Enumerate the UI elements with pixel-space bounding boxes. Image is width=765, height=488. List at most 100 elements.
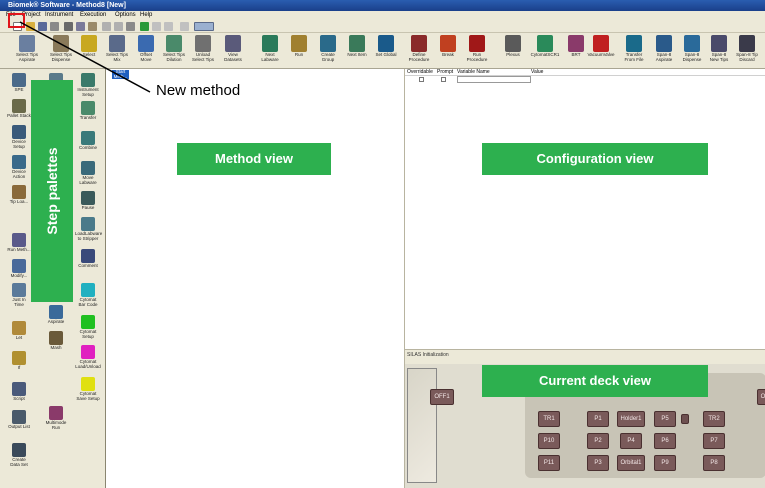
deck-position[interactable]: P8 (703, 455, 725, 471)
instrument-setup-icon (81, 73, 95, 87)
palette-step[interactable]: Modify... (6, 259, 32, 278)
palette-step[interactable]: Script (6, 382, 32, 401)
palette-step[interactable]: Aspirate (43, 305, 69, 324)
palette-step[interactable]: Tip Loa... (6, 185, 32, 204)
deck-position[interactable]: O (757, 389, 765, 405)
print-icon[interactable] (50, 22, 59, 31)
deck-position[interactable]: P3 (587, 455, 609, 471)
deck-position[interactable]: P4 (620, 433, 642, 449)
menu-options[interactable]: Options (115, 11, 136, 20)
step-toolbar: Select Tips Aspirate Select Tips Dispens… (0, 33, 765, 69)
undo-icon[interactable] (102, 22, 111, 31)
deck-position[interactable]: P11 (538, 455, 560, 471)
step-palettes-callout: Step palettes (31, 80, 73, 302)
variable-name-field[interactable] (457, 76, 531, 83)
deck-position[interactable]: P10 (538, 433, 560, 449)
deck-position[interactable]: Holder1 (617, 411, 645, 427)
menu-instrument[interactable]: Instrument (45, 11, 73, 20)
waste-funnel (407, 368, 437, 483)
palette-step[interactable]: Create Data Set (6, 443, 32, 467)
aspirate-icon (49, 305, 63, 319)
menu-help[interactable]: Help (140, 11, 152, 20)
cut-icon[interactable] (64, 22, 73, 31)
overridable-checkbox[interactable] (419, 77, 424, 82)
palette-step[interactable]: Pause (75, 191, 101, 210)
ribbon-step-button[interactable]: Transfer From File (617, 35, 651, 67)
palette-step[interactable]: Cytomat Setup (75, 315, 101, 339)
menu-execution[interactable]: Execution (80, 11, 106, 20)
step-icon[interactable] (180, 22, 189, 31)
ribbon-step-button[interactable]: Run Procedure (460, 35, 494, 67)
tip-loading-icon (12, 185, 26, 199)
multimode-run-icon (49, 406, 63, 420)
palette-step[interactable]: Output List (6, 410, 32, 429)
redo-icon[interactable] (114, 22, 123, 31)
deck-position[interactable]: P5 (654, 411, 676, 427)
header-value: Value (531, 69, 544, 75)
header-overridable: Overridable (407, 69, 433, 75)
deck-position[interactable]: P6 (654, 433, 676, 449)
palette-step[interactable]: Device Setup (6, 125, 32, 149)
deck-position[interactable]: P9 (654, 455, 676, 471)
palette-step[interactable]: Multimode Run (43, 406, 69, 430)
combine-icon (81, 131, 95, 145)
palette-step[interactable]: LoadLabware to Stripper (75, 217, 102, 241)
current-deck-view-callout: Current deck view (482, 365, 708, 397)
deck-position[interactable]: Orbital1 (617, 455, 645, 471)
ribbon-step-button[interactable]: CytomatSCR1 (528, 35, 562, 67)
deck-editor-icon[interactable] (194, 22, 214, 31)
method-view[interactable]: Start Meth... (106, 69, 404, 488)
stop-icon[interactable] (164, 22, 173, 31)
palette-step[interactable]: Let (6, 321, 32, 340)
save-icon[interactable] (38, 22, 47, 31)
palette-step[interactable]: Instrument Setup (75, 73, 101, 97)
palette-step[interactable]: SPE (6, 73, 32, 92)
modify-icon (12, 259, 26, 273)
cytomat-icon (537, 35, 553, 52)
prompt-checkbox[interactable] (441, 77, 446, 82)
script-icon (12, 382, 26, 396)
ribbon-step-button[interactable]: Unload Select Tips (186, 35, 220, 67)
run-icon[interactable] (140, 22, 149, 31)
palette-step[interactable]: Cytomat Load/Unload (75, 345, 101, 369)
copy-icon[interactable] (76, 22, 85, 31)
ribbon-step-button[interactable]: Span-8 Tip Discard (730, 35, 764, 67)
start-step[interactable]: Start Meth... (112, 69, 129, 79)
palette-step[interactable]: Pallet Stack (6, 99, 32, 118)
ribbon-step-button[interactable]: View Datasets (216, 35, 250, 67)
palette-step[interactable]: Transfer (75, 101, 101, 120)
device-setup-icon (12, 125, 26, 139)
palette-step[interactable]: Just In Time (6, 283, 32, 307)
palette-step[interactable]: Run Meth... (6, 233, 32, 252)
datasets-icon (225, 35, 241, 52)
configuration-view[interactable]: Overridable Prompt Variable Name Value (404, 69, 765, 349)
deck-position[interactable]: TR2 (703, 411, 725, 427)
palette-step[interactable]: Device Action (6, 155, 32, 179)
palette-step[interactable]: Comment (75, 249, 101, 268)
ribbon-step-button[interactable]: Set Global (369, 35, 403, 67)
ribbon-step-button[interactable]: Select Tips Aspirate (10, 35, 44, 67)
paste-icon[interactable] (88, 22, 97, 31)
deck-position[interactable]: P7 (703, 433, 725, 449)
ribbon-step-button[interactable]: Plexus (496, 35, 530, 67)
deck-position[interactable]: OFF1 (430, 389, 454, 405)
ribbon-step-button[interactable]: VacuumValve (584, 35, 618, 67)
deck-position[interactable]: TR1 (538, 411, 560, 427)
header-variable-name: Variable Name (457, 69, 490, 75)
plexus-icon (505, 35, 521, 52)
open-icon[interactable] (26, 22, 35, 31)
palette-step[interactable]: Cytomat Save Setup (75, 377, 101, 401)
palette-step[interactable]: If (6, 351, 32, 370)
deck-header: SILAS Initialization (407, 352, 449, 358)
palette-step[interactable]: Combine (75, 131, 101, 150)
just-in-time-icon (12, 283, 26, 297)
deck-position[interactable]: P1 (587, 411, 609, 427)
pause-icon[interactable] (152, 22, 161, 31)
palette-step[interactable]: Cytomat Bar Code (75, 283, 101, 307)
deck-small-position[interactable] (681, 414, 689, 424)
deck-position[interactable]: P2 (587, 433, 609, 449)
edit-icon[interactable] (126, 22, 135, 31)
palette-step[interactable]: Move Labware (75, 161, 101, 185)
palette-step[interactable]: Mash (43, 331, 69, 350)
device-action-icon (12, 155, 26, 169)
